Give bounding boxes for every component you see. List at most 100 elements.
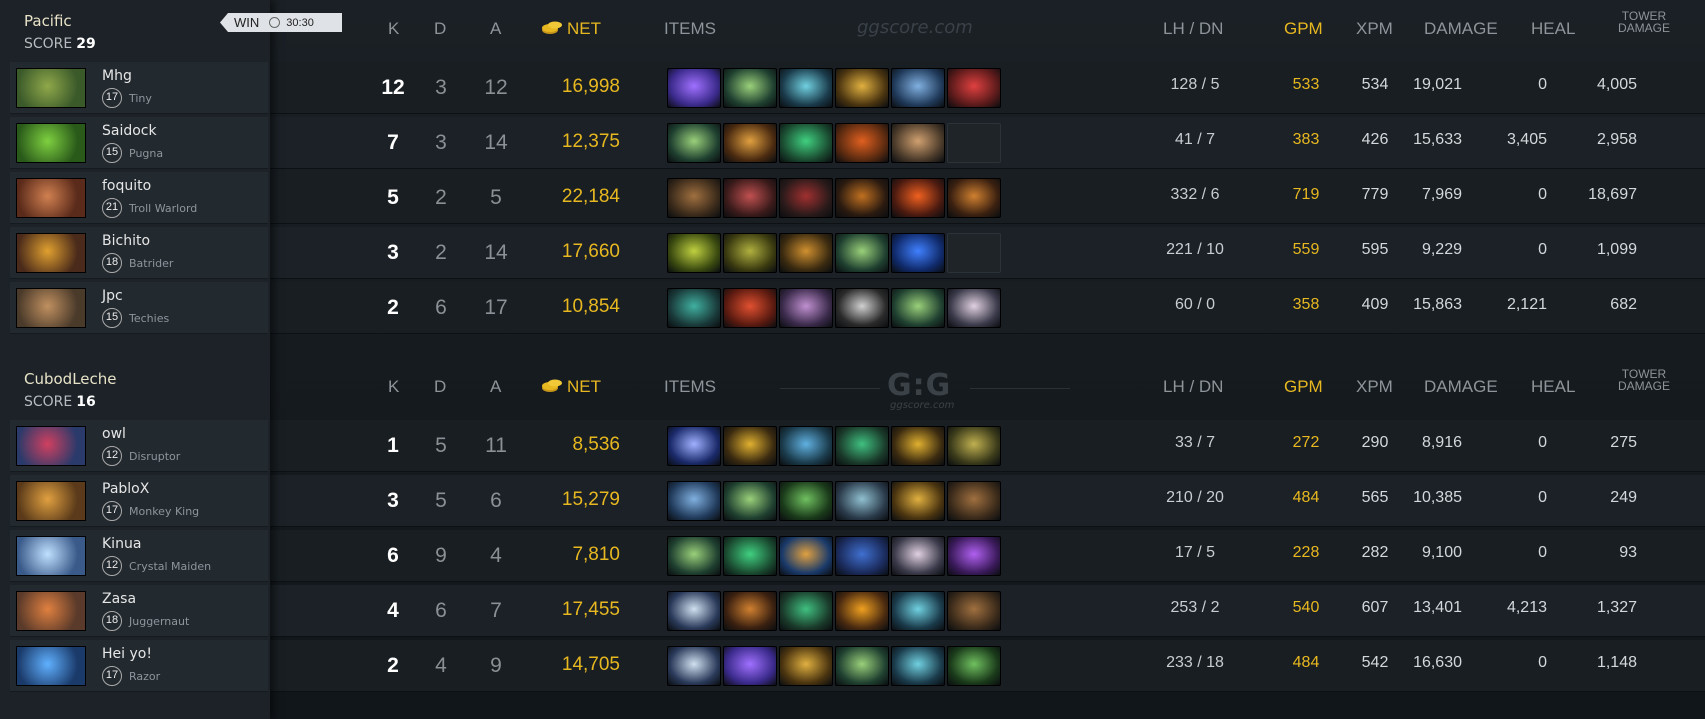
item-slot[interactable] (947, 591, 1001, 631)
item-slot[interactable] (779, 288, 833, 328)
net-worth: 16,998 (561, 76, 620, 97)
item-slot[interactable] (835, 536, 889, 576)
item-slot[interactable] (723, 288, 777, 328)
item-slot[interactable] (723, 233, 777, 273)
assists: 5 (490, 186, 502, 209)
item-slot[interactable] (835, 646, 889, 686)
player-card[interactable]: owl 12 Disruptor (10, 420, 268, 472)
item-slot[interactable] (667, 123, 721, 163)
item-slot[interactable] (891, 233, 945, 273)
gpm-value: 358 (1292, 296, 1320, 313)
item-slot[interactable] (779, 68, 833, 108)
item-slot[interactable] (891, 536, 945, 576)
hero-name: Troll Warlord (129, 202, 198, 215)
item-slot[interactable] (723, 68, 777, 108)
item-slot[interactable] (891, 426, 945, 466)
gpm-header: GPM (1284, 377, 1323, 396)
stat-row: 1 5 11 8,536 33 / 7 272 290 8,916 0 275 (270, 420, 1705, 472)
item-slot[interactable] (723, 123, 777, 163)
item-slot[interactable] (667, 426, 721, 466)
item-slot[interactable] (779, 426, 833, 466)
item-slot[interactable] (779, 646, 833, 686)
item-slot[interactable] (835, 288, 889, 328)
item-slots (667, 481, 1001, 521)
item-slot[interactable] (947, 178, 1001, 218)
item-slot[interactable] (947, 68, 1001, 108)
score-label: SCORE (24, 36, 73, 52)
item-slot[interactable] (779, 536, 833, 576)
item-slot[interactable] (891, 68, 945, 108)
last-hits-denies: 128 / 5 (1170, 76, 1220, 93)
item-slot[interactable] (947, 288, 1001, 328)
item-slot[interactable] (667, 481, 721, 521)
item-slot[interactable] (835, 123, 889, 163)
player-card[interactable]: Saidock 15 Pugna (10, 117, 268, 169)
deaths: 3 (435, 76, 447, 99)
kills: 4 (387, 599, 399, 622)
item-slot[interactable] (947, 481, 1001, 521)
item-slot[interactable] (723, 178, 777, 218)
item-slot[interactable] (891, 123, 945, 163)
item-slot[interactable] (667, 536, 721, 576)
item-slot[interactable] (723, 536, 777, 576)
hero-name: Razor (129, 670, 161, 683)
assists: 14 (484, 131, 508, 154)
kills: 5 (387, 186, 399, 209)
kills: 3 (387, 241, 399, 264)
player-card[interactable]: Kinua 12 Crystal Maiden (10, 530, 268, 582)
item-slot[interactable] (667, 591, 721, 631)
item-slot[interactable] (779, 481, 833, 521)
item-slot[interactable] (667, 288, 721, 328)
result-label: WIN (234, 15, 260, 30)
deaths: 9 (435, 544, 447, 567)
item-slot[interactable] (835, 481, 889, 521)
item-slot[interactable] (891, 481, 945, 521)
item-slot[interactable] (723, 646, 777, 686)
deaths: 5 (435, 434, 447, 457)
item-slot[interactable] (947, 426, 1001, 466)
item-slot[interactable] (835, 233, 889, 273)
item-slot[interactable] (891, 646, 945, 686)
player-name: foquito (102, 178, 152, 194)
score-value: 16 (76, 394, 96, 410)
item-slot[interactable] (947, 646, 1001, 686)
hero-portrait (16, 288, 86, 328)
item-slot[interactable] (723, 481, 777, 521)
player-card[interactable]: Hei yo! 17 Razor (10, 640, 268, 692)
item-slot[interactable] (667, 646, 721, 686)
item-slot[interactable] (835, 591, 889, 631)
hero-portrait (16, 426, 86, 466)
hero-portrait (16, 591, 86, 631)
item-slot[interactable] (779, 123, 833, 163)
xpm-header: XPM (1356, 19, 1393, 38)
player-card[interactable]: foquito 21 Troll Warlord (10, 172, 268, 224)
item-slot[interactable] (667, 178, 721, 218)
item-slot[interactable] (891, 288, 945, 328)
item-slot[interactable] (835, 68, 889, 108)
player-card[interactable]: Mhg 17 Tiny (10, 62, 268, 114)
player-card[interactable]: Zasa 18 Juggernaut (10, 585, 268, 637)
item-slot[interactable] (779, 591, 833, 631)
item-slot[interactable] (947, 536, 1001, 576)
item-slot[interactable] (891, 591, 945, 631)
item-slot[interactable] (723, 426, 777, 466)
net-header: NET (567, 19, 601, 38)
player-card[interactable]: Jpc 15 Techies (10, 282, 268, 334)
player-card[interactable]: PabloX 17 Monkey King (10, 475, 268, 527)
item-slot[interactable] (667, 233, 721, 273)
assists: 12 (484, 76, 508, 99)
item-slot[interactable] (891, 178, 945, 218)
team-name: Pacific (24, 12, 72, 30)
d-header: D (434, 19, 447, 38)
item-slot[interactable] (667, 68, 721, 108)
item-slot[interactable] (835, 426, 889, 466)
last-hits-denies: 253 / 2 (1170, 599, 1220, 616)
item-slot[interactable] (779, 178, 833, 218)
last-hits-denies: 17 / 5 (1174, 544, 1216, 561)
item-slot[interactable] (947, 233, 1001, 273)
item-slot[interactable] (723, 591, 777, 631)
item-slot[interactable] (947, 123, 1001, 163)
item-slot[interactable] (835, 178, 889, 218)
item-slot[interactable] (779, 233, 833, 273)
player-card[interactable]: Bichito 18 Batrider (10, 227, 268, 279)
